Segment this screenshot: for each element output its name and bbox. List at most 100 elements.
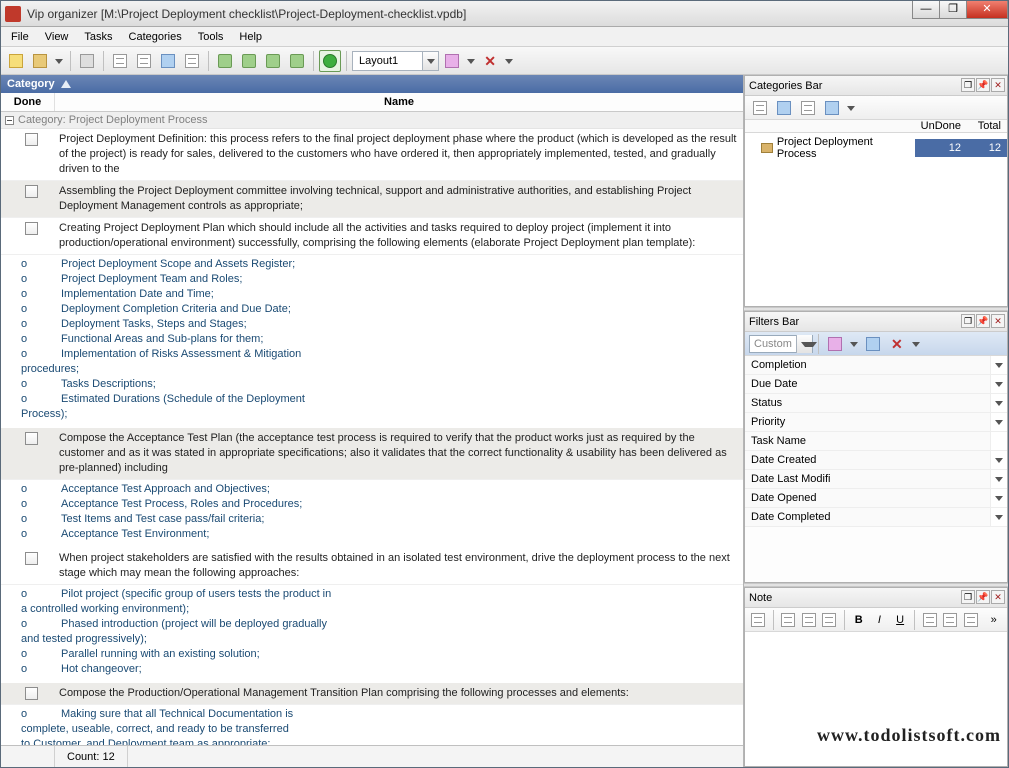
col-undone[interactable]: UnDone: [915, 120, 967, 132]
filter-wand-dropdown[interactable]: [848, 338, 860, 350]
categories-panel-header[interactable]: Categories Bar ❐ 📌 ✕: [745, 76, 1007, 96]
underline-button[interactable]: U: [891, 609, 910, 631]
align-center-button[interactable]: [799, 609, 818, 631]
note-panel-header[interactable]: Note ❐ 📌 ✕: [745, 588, 1007, 608]
open-button[interactable]: [29, 50, 51, 72]
wand-dropdown[interactable]: [465, 55, 477, 67]
menu-tools[interactable]: Tools: [192, 29, 230, 45]
close-button[interactable]: ✕: [966, 1, 1008, 19]
done-checkbox[interactable]: [25, 133, 38, 146]
filter-wand-button[interactable]: [824, 333, 846, 355]
note-edit-button[interactable]: [749, 609, 768, 631]
column-name[interactable]: Name: [55, 93, 743, 111]
tasks-grid[interactable]: Category: Project Deployment Process Pro…: [1, 112, 743, 745]
new-db-button[interactable]: [5, 50, 27, 72]
done-checkbox[interactable]: [25, 687, 38, 700]
panel-pin-button[interactable]: 📌: [976, 590, 990, 604]
italic-button[interactable]: I: [870, 609, 889, 631]
done-checkbox[interactable]: [25, 185, 38, 198]
nav-last-button[interactable]: [286, 50, 308, 72]
layout-combo[interactable]: Layout1: [352, 51, 439, 71]
panel-restore-button[interactable]: ❐: [961, 590, 975, 604]
menu-help[interactable]: Help: [233, 29, 268, 45]
filter-clear-button[interactable]: [862, 333, 884, 355]
cat-edit-button[interactable]: [773, 97, 795, 119]
task-row[interactable]: Project Deployment Definition: this proc…: [1, 129, 743, 181]
filter-row[interactable]: Date Created: [745, 451, 1007, 470]
print-button[interactable]: [76, 50, 98, 72]
panel-pin-button[interactable]: 📌: [976, 78, 990, 92]
align-right-button[interactable]: [820, 609, 839, 631]
edit-task-button[interactable]: [157, 50, 179, 72]
bold-button[interactable]: B: [849, 609, 868, 631]
collapse-icon[interactable]: [5, 116, 14, 125]
chevron-down-icon[interactable]: [991, 413, 1007, 431]
align-left-button[interactable]: [779, 609, 798, 631]
filter-row[interactable]: Due Date: [745, 375, 1007, 394]
filter-row[interactable]: Status: [745, 394, 1007, 413]
task-row[interactable]: Assembling the Project Deployment commit…: [1, 181, 743, 218]
chevron-down-icon[interactable]: [422, 52, 438, 70]
chevron-down-icon[interactable]: [991, 451, 1007, 469]
delete-task-button[interactable]: [181, 50, 203, 72]
menu-tasks[interactable]: Tasks: [78, 29, 118, 45]
filters-panel-header[interactable]: Filters Bar ❐ 📌 ✕: [745, 312, 1007, 332]
chevron-down-icon[interactable]: [991, 470, 1007, 488]
filter-row[interactable]: Date Last Modifi: [745, 470, 1007, 489]
chevron-down-icon[interactable]: [991, 508, 1007, 526]
panel-close-button[interactable]: ✕: [991, 314, 1005, 328]
done-checkbox[interactable]: [25, 222, 38, 235]
list-bullets-button[interactable]: [920, 609, 939, 631]
group-by-bar[interactable]: Category: [1, 75, 743, 93]
cat-options-dropdown[interactable]: [845, 102, 857, 114]
cat-new-button[interactable]: [749, 97, 771, 119]
panel-restore-button[interactable]: ❐: [961, 78, 975, 92]
chevron-down-icon[interactable]: [991, 375, 1007, 393]
chevron-down-icon[interactable]: [796, 335, 812, 353]
open-dropdown[interactable]: [53, 55, 65, 67]
panel-close-button[interactable]: ✕: [991, 78, 1005, 92]
panel-restore-button[interactable]: ❐: [961, 314, 975, 328]
chevron-down-icon[interactable]: [991, 356, 1007, 374]
minimize-button[interactable]: —: [912, 1, 940, 19]
task-row[interactable]: Compose the Production/Operational Manag…: [1, 683, 743, 705]
task-row[interactable]: Creating Project Deployment Plan which s…: [1, 218, 743, 255]
menu-file[interactable]: File: [5, 29, 35, 45]
filter-del-button[interactable]: ✕: [886, 333, 908, 355]
nav-next-button[interactable]: [262, 50, 284, 72]
menu-categories[interactable]: Categories: [123, 29, 188, 45]
col-total[interactable]: Total: [967, 120, 1007, 132]
panel-pin-button[interactable]: 📌: [976, 314, 990, 328]
cat-del-button[interactable]: [797, 97, 819, 119]
new-subtask-button[interactable]: [133, 50, 155, 72]
delete-layout-dropdown[interactable]: [503, 55, 515, 67]
nav-prev-button[interactable]: [238, 50, 260, 72]
filter-row[interactable]: Date Completed: [745, 508, 1007, 527]
wand-button[interactable]: [441, 50, 463, 72]
filter-preset-combo[interactable]: Custom: [749, 335, 813, 353]
category-row[interactable]: Project Deployment Process 12 12: [745, 133, 1007, 163]
list-outline-button[interactable]: [962, 609, 981, 631]
filter-row[interactable]: Date Opened: [745, 489, 1007, 508]
delete-layout-button[interactable]: ✕: [479, 50, 501, 72]
column-done[interactable]: Done: [1, 93, 55, 111]
cat-options-button[interactable]: [821, 97, 843, 119]
done-checkbox[interactable]: [25, 432, 38, 445]
menu-view[interactable]: View: [39, 29, 75, 45]
maximize-button[interactable]: ❐: [939, 1, 967, 19]
chevron-down-icon[interactable]: [991, 489, 1007, 507]
new-task-button[interactable]: [109, 50, 131, 72]
filter-del-dropdown[interactable]: [910, 338, 922, 350]
filter-row[interactable]: Completion: [745, 356, 1007, 375]
task-row[interactable]: Compose the Acceptance Test Plan (the ac…: [1, 428, 743, 480]
note-more-button[interactable]: »: [984, 609, 1003, 631]
list-numbers-button[interactable]: [941, 609, 960, 631]
nav-first-button[interactable]: [214, 50, 236, 72]
filter-toggle-button[interactable]: [319, 50, 341, 72]
done-checkbox[interactable]: [25, 552, 38, 565]
group-row[interactable]: Category: Project Deployment Process: [1, 112, 743, 129]
task-row[interactable]: When project stakeholders are satisfied …: [1, 548, 743, 585]
filter-row[interactable]: Task Name: [745, 432, 1007, 451]
panel-close-button[interactable]: ✕: [991, 590, 1005, 604]
filter-row[interactable]: Priority: [745, 413, 1007, 432]
